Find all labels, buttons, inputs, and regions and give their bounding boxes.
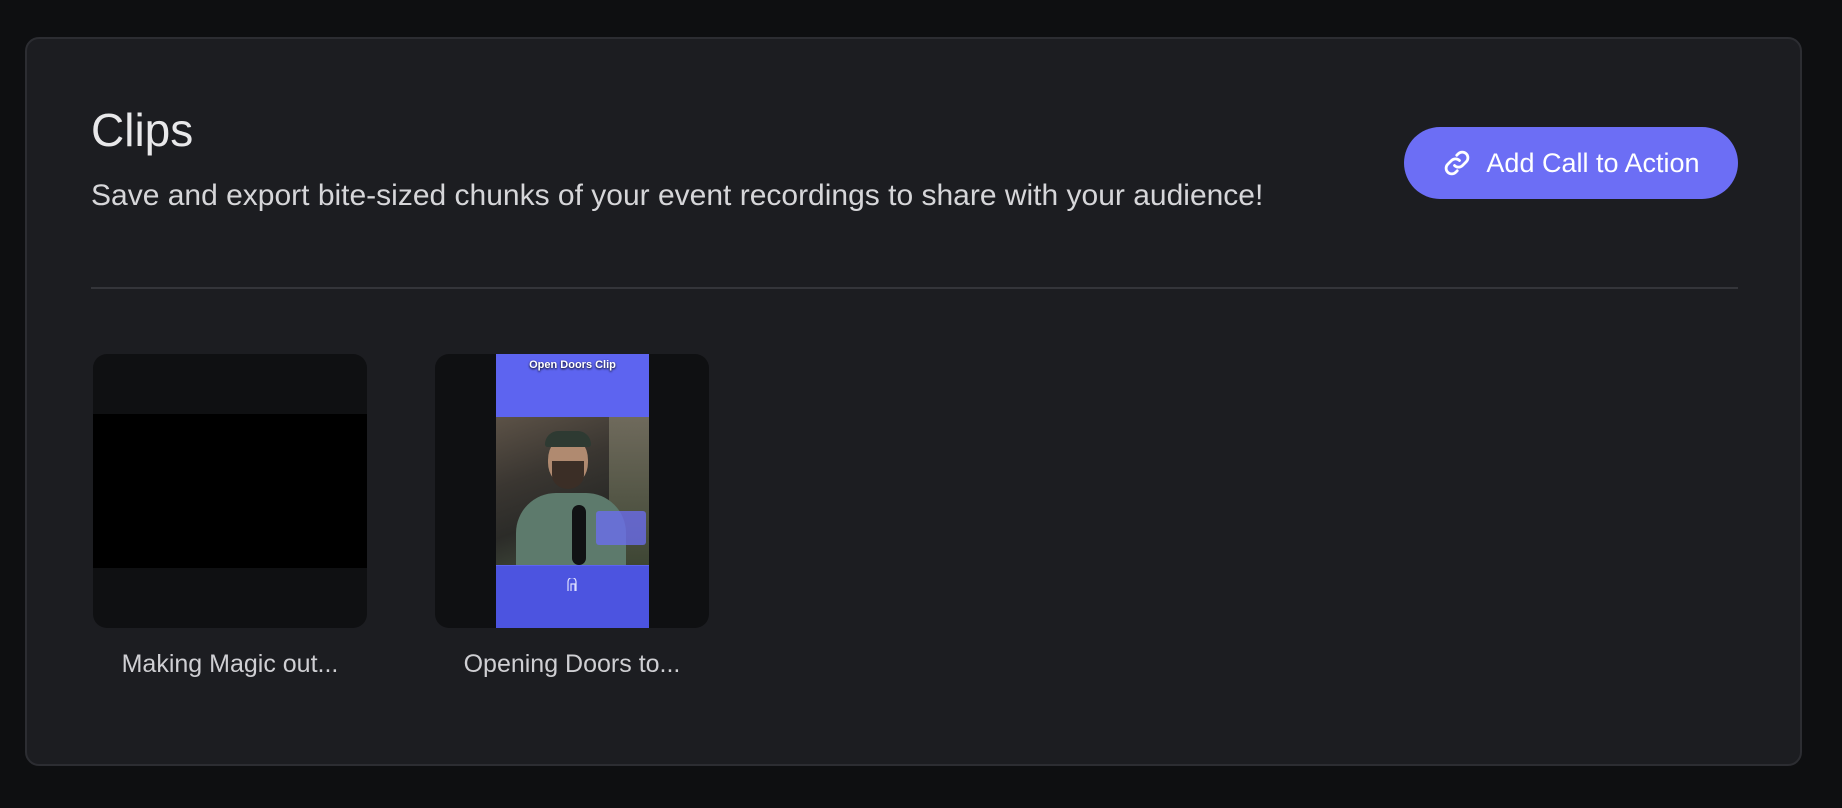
video-frame [93, 414, 367, 568]
clips-panel: Clips Save and export bite-sized chunks … [25, 37, 1802, 766]
clip-card[interactable]: Making Magic out... [93, 354, 367, 679]
section-divider [91, 287, 1738, 289]
add-call-to-action-label: Add Call to Action [1486, 147, 1700, 178]
page-title: Clips [91, 104, 194, 156]
clip-thumbnail[interactable]: Open Doors Clip [435, 354, 709, 628]
clip-thumbnail[interactable] [93, 354, 367, 628]
clip-title[interactable]: Opening Doors to... [435, 650, 709, 679]
door-icon [566, 576, 578, 597]
page-subtitle: Save and export bite-sized chunks of you… [91, 179, 1264, 212]
thumbnail-title: Open Doors Clip [529, 359, 616, 371]
speaker-photo [496, 417, 649, 565]
portrait-video-frame: Open Doors Clip [496, 354, 649, 628]
link-icon [1442, 148, 1472, 178]
clip-title[interactable]: Making Magic out... [93, 650, 367, 679]
add-call-to-action-button[interactable]: Add Call to Action [1404, 127, 1738, 199]
clip-card[interactable]: Open Doors Clip Opening Doors to... [435, 354, 709, 679]
